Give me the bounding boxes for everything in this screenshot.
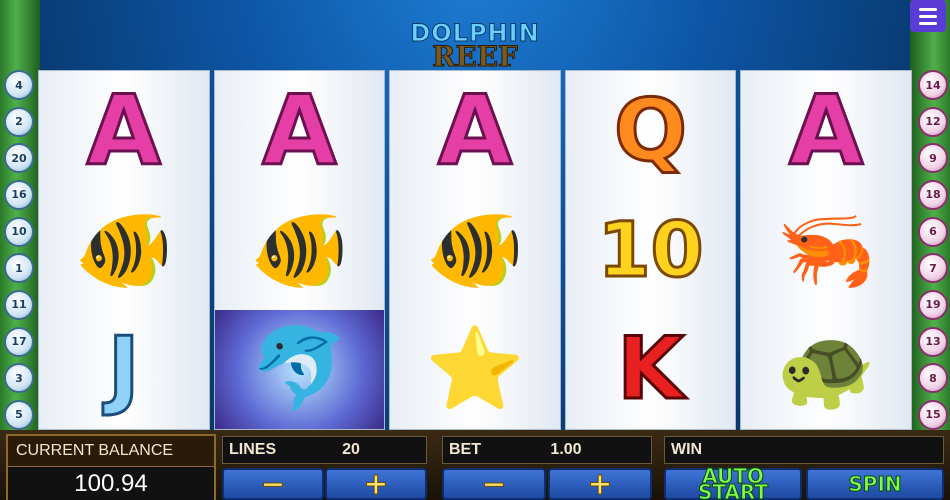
lines-value: 20 bbox=[342, 441, 360, 458]
lines-label: LINES bbox=[229, 441, 277, 458]
auto-start-label: AUTO START bbox=[697, 464, 769, 500]
plus-icon: + bbox=[587, 466, 613, 500]
payline-indicator[interactable]: 16 bbox=[4, 179, 34, 210]
letter-J-symbol: J bbox=[106, 318, 141, 421]
payline-indicator[interactable]: 3 bbox=[4, 363, 34, 394]
reel-grid: A 🐠 J A 🐠 🐬 A 🐠 ⭐ Q 10 K A 🦐 🐢 bbox=[38, 70, 912, 430]
payline-indicator[interactable]: 18 bbox=[918, 179, 948, 210]
payline-indicator[interactable]: 7 bbox=[918, 253, 948, 284]
lines-increase-button[interactable]: + bbox=[325, 466, 427, 500]
letter-A-symbol: A bbox=[261, 73, 338, 188]
reel-symbol-A: A bbox=[741, 71, 911, 190]
letter-A-symbol: A bbox=[788, 73, 865, 188]
reel-symbol-seahorse: 🦐 bbox=[741, 190, 911, 309]
reel-symbol-dolphin: 🐬 bbox=[214, 309, 385, 429]
plus-icon: + bbox=[363, 466, 389, 500]
reel-4: Q 10 K bbox=[564, 70, 737, 430]
reel-2: A 🐠 🐬 bbox=[213, 70, 386, 430]
lines-display: LINES 20 bbox=[222, 436, 427, 464]
payline-indicator[interactable]: 4 bbox=[4, 70, 34, 100]
reel-symbol-clownfish: 🐠 bbox=[215, 190, 385, 309]
turtle-symbol: 🐢 bbox=[776, 322, 876, 416]
bet-display: BET 1.00 bbox=[442, 436, 652, 464]
payline-indicator[interactable]: 19 bbox=[918, 289, 948, 320]
clownfish-symbol: 🐠 bbox=[73, 202, 174, 296]
reel-symbol-A: A bbox=[39, 71, 209, 190]
payline-indicator[interactable]: 2 bbox=[4, 106, 34, 137]
payline-indicator[interactable]: 15 bbox=[918, 399, 948, 430]
payline-indicators-left: 4 2 20 16 10 1 11 17 3 5 bbox=[4, 70, 34, 430]
reel-symbol-turtle: 🐢 bbox=[741, 310, 911, 429]
payline-indicator[interactable]: 6 bbox=[918, 216, 948, 247]
payline-indicator[interactable]: 13 bbox=[918, 326, 948, 357]
payline-indicator[interactable]: 14 bbox=[918, 70, 948, 100]
seahorse-symbol: 🦐 bbox=[776, 202, 876, 296]
payline-indicator[interactable]: 8 bbox=[918, 363, 948, 394]
balance-label: CURRENT BALANCE bbox=[16, 442, 174, 459]
hamburger-menu-icon[interactable] bbox=[910, 0, 946, 32]
reel-symbol-A: A bbox=[215, 71, 385, 190]
payline-indicator[interactable]: 9 bbox=[918, 143, 948, 174]
auto-start-button[interactable]: AUTO START bbox=[664, 464, 802, 500]
spin-label: SPIN bbox=[848, 472, 902, 496]
reel-symbol-clownfish: 🐠 bbox=[39, 190, 209, 309]
balance-box: CURRENT BALANCE 100.94 bbox=[6, 434, 216, 500]
payline-indicator[interactable]: 5 bbox=[4, 399, 34, 430]
minus-icon: − bbox=[260, 466, 286, 500]
spin-button[interactable]: SPIN bbox=[806, 468, 944, 500]
game-logo: DOLPHIN REEF bbox=[385, 21, 565, 73]
reel-3: A 🐠 ⭐ bbox=[389, 70, 561, 430]
dolphin-symbol: 🐬 bbox=[249, 322, 350, 416]
reel-1: A 🐠 J bbox=[38, 70, 210, 430]
reel-symbol-Q: Q bbox=[566, 71, 736, 190]
reel-symbol-clownfish: 🐠 bbox=[390, 190, 560, 309]
payline-indicator[interactable]: 11 bbox=[4, 289, 34, 320]
bet-label: BET bbox=[449, 441, 481, 458]
reel-symbol-10: 10 bbox=[566, 190, 736, 309]
clownfish-symbol: 🐠 bbox=[249, 202, 350, 296]
win-display: WIN bbox=[664, 436, 944, 464]
bet-decrease-button[interactable]: − bbox=[442, 466, 546, 500]
reel-5: A 🦐 🐢 bbox=[740, 70, 912, 430]
letter-Q-symbol: Q bbox=[613, 79, 689, 182]
payline-indicator[interactable]: 1 bbox=[4, 253, 34, 284]
payline-indicator[interactable]: 10 bbox=[4, 216, 34, 247]
reel-symbol-starfish: ⭐ bbox=[390, 310, 560, 429]
minus-icon: − bbox=[481, 466, 507, 500]
game-screen: DOLPHIN REEF 4 2 20 16 10 1 11 17 3 5 14 12 9 18 6 7 19… bbox=[0, 0, 950, 500]
reel-symbol-J: J bbox=[39, 310, 209, 429]
bet-value: 1.00 bbox=[550, 441, 582, 458]
reel-symbol-A: A bbox=[390, 71, 560, 190]
lines-decrease-button[interactable]: − bbox=[222, 466, 324, 500]
bet-increase-button[interactable]: + bbox=[548, 466, 652, 500]
letter-K-symbol: K bbox=[616, 318, 686, 421]
balance-value: 100.94 bbox=[8, 466, 214, 500]
payline-indicator[interactable]: 12 bbox=[918, 106, 948, 137]
logo-line2: REEF bbox=[432, 40, 519, 73]
payline-indicator[interactable]: 20 bbox=[4, 143, 34, 174]
letter-10-symbol: 10 bbox=[596, 204, 705, 296]
letter-A-symbol: A bbox=[85, 73, 162, 188]
reel-symbol-K: K bbox=[566, 310, 736, 429]
payline-indicators-right: 14 12 9 18 6 7 19 13 8 15 bbox=[918, 70, 948, 430]
letter-A-symbol: A bbox=[436, 73, 513, 188]
payline-indicator[interactable]: 17 bbox=[4, 326, 34, 357]
clownfish-symbol: 🐠 bbox=[425, 202, 525, 296]
win-label: WIN bbox=[671, 441, 703, 458]
starfish-symbol: ⭐ bbox=[425, 322, 525, 416]
